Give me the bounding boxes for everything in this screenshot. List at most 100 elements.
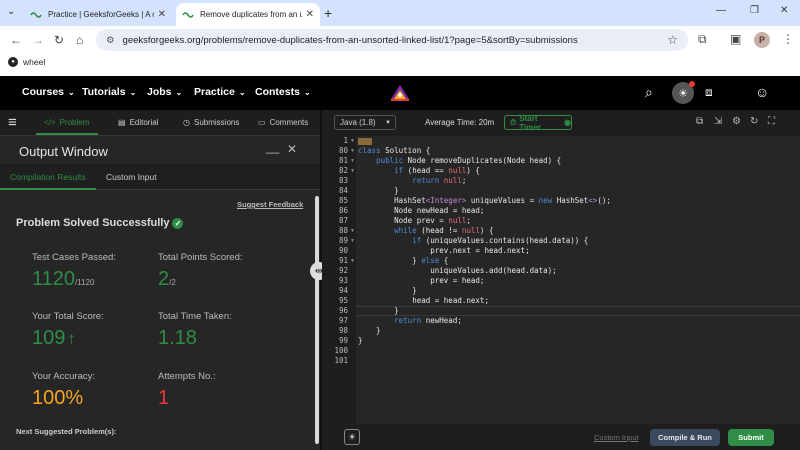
- folded-code-marker[interactable]: [358, 137, 372, 145]
- code-line[interactable]: while (head != null) {: [358, 226, 493, 236]
- bookmarks-bar: ● wheel: [0, 54, 800, 72]
- chevron-down-icon: ⌄: [238, 88, 246, 97]
- new-tab-button[interactable]: +: [324, 5, 332, 21]
- code-line[interactable]: }: [358, 186, 399, 196]
- fold-chevron-icon[interactable]: ▼: [350, 156, 355, 166]
- language-value: Java (1.8): [340, 118, 376, 127]
- code-line[interactable]: head = head.next;: [358, 296, 489, 306]
- browser-tab-remove-duplicates[interactable]: Remove duplicates from an uns ✕: [176, 3, 320, 26]
- fold-chevron-icon[interactable]: ▼: [350, 226, 355, 236]
- tab-problem[interactable]: </> Problem: [44, 118, 89, 127]
- nav-jobs[interactable]: Jobs ⌄: [147, 86, 182, 98]
- fold-chevron-icon[interactable]: ▼: [350, 136, 355, 146]
- browser-tab-title: Remove duplicates from an uns: [200, 10, 302, 19]
- custom-input-link[interactable]: Custom Input: [594, 433, 639, 442]
- nav-contests[interactable]: Contests ⌄: [255, 86, 311, 98]
- tab-list-chevron-icon[interactable]: ⌄: [7, 6, 15, 17]
- forward-icon[interactable]: →: [32, 33, 44, 47]
- export-icon[interactable]: ⇲: [714, 116, 722, 127]
- code-editor[interactable]: 1 ▼ 80 ▼ 81 ▼ 82 ▼ 83 84 85 86 87 88 ▼ 89 ▼ 90 91 ▼ 92 93 94 95…: [322, 136, 800, 424]
- code-line[interactable]: return null;: [358, 176, 466, 186]
- nav-tutorials[interactable]: Tutorials ⌄: [82, 86, 136, 98]
- menu-kebab-icon[interactable]: ⋮: [782, 32, 794, 46]
- stopwatch-icon: ⏱: [510, 117, 517, 127]
- fold-chevron-icon[interactable]: ▼: [350, 236, 355, 246]
- nav-courses[interactable]: Courses ⌄: [22, 86, 75, 98]
- home-icon[interactable]: ⌂: [76, 33, 83, 47]
- fold-chevron-icon[interactable]: ▼: [350, 256, 355, 266]
- close-tab-icon[interactable]: ✕: [306, 9, 314, 20]
- translate-icon[interactable]: ⧈: [705, 85, 713, 100]
- code-area[interactable]: class Solution { public Node removeDupli…: [356, 136, 800, 424]
- tab-custom-input[interactable]: Custom Input: [106, 172, 157, 182]
- settings-icon[interactable]: ⚙: [732, 116, 741, 127]
- language-select[interactable]: Java (1.8) ▼: [334, 115, 396, 130]
- close-window-icon[interactable]: ✕: [780, 5, 788, 16]
- code-line[interactable]: HashSet<Integer> uniqueValues = new Hash…: [358, 196, 611, 206]
- test-cases-label: Test Cases Passed:: [32, 252, 116, 263]
- suggest-feedback-link[interactable]: Suggest Feedback: [237, 200, 303, 209]
- fullscreen-icon[interactable]: ⛶: [768, 116, 775, 127]
- line-number: 81: [338, 156, 348, 165]
- line-number: 91: [338, 256, 348, 265]
- bookmark-wheel[interactable]: ● wheel: [8, 57, 45, 67]
- browser-tab-practice[interactable]: Practice | GeeksforGeeks | A co ✕: [24, 3, 172, 26]
- code-line[interactable]: if (uniqueValues.contains(head.data)) {: [358, 236, 588, 246]
- reset-code-icon[interactable]: ↻: [750, 116, 758, 127]
- tab-submissions[interactable]: ◷ Submissions: [183, 118, 239, 127]
- browser-tab-strip: ⌄ Practice | GeeksforGeeks | A co ✕ Remo…: [0, 0, 800, 26]
- code-line[interactable]: prev.next = head.next;: [358, 246, 529, 256]
- code-line[interactable]: }: [358, 326, 381, 336]
- url-text: geeksforgeeks.org/problems/remove-duplic…: [122, 34, 578, 46]
- tab-comments[interactable]: ▭ Comments: [258, 118, 308, 127]
- close-tab-icon[interactable]: ✕: [158, 9, 166, 20]
- points-label: Total Points Scored:: [158, 252, 243, 263]
- side-panel-icon[interactable]: ▣: [730, 32, 741, 46]
- browser-tab-title: Practice | GeeksforGeeks | A co: [48, 10, 154, 19]
- fold-chevron-icon[interactable]: ▼: [350, 146, 355, 156]
- code-line[interactable]: }: [358, 286, 417, 296]
- fold-chevron-icon[interactable]: ▼: [350, 166, 355, 176]
- arrow-up-icon: ↑: [67, 329, 76, 348]
- close-panel-icon[interactable]: ✕: [287, 142, 297, 156]
- chevron-down-icon: ⌄: [303, 88, 311, 97]
- clock-icon: ◷: [183, 118, 190, 127]
- extensions-icon[interactable]: ⧉: [698, 32, 707, 47]
- user-account-icon[interactable]: ☺: [755, 84, 769, 100]
- minimize-panel-icon[interactable]: __: [266, 140, 279, 154]
- code-line[interactable]: return newHead;: [358, 316, 462, 326]
- search-icon[interactable]: ⌕: [645, 84, 653, 101]
- code-line[interactable]: class Solution {: [358, 146, 430, 156]
- code-line[interactable]: Node prev = null;: [358, 216, 471, 226]
- restore-window-icon[interactable]: ❐: [750, 5, 759, 16]
- tab-compilation-results[interactable]: Compilation Results: [10, 172, 86, 182]
- code-line[interactable]: [358, 136, 372, 146]
- minimize-window-icon[interactable]: —: [716, 5, 726, 16]
- address-bar[interactable]: ⚙ geeksforgeeks.org/problems/remove-dupl…: [96, 29, 688, 51]
- site-info-icon[interactable]: ⚙: [106, 35, 115, 46]
- code-line[interactable]: } else {: [358, 256, 448, 266]
- next-suggested-heading: Next Suggested Problem(s):: [16, 427, 117, 436]
- line-number: 96: [338, 306, 348, 315]
- back-icon[interactable]: ←: [10, 33, 22, 47]
- tab-editorial[interactable]: ▤ Editorial: [118, 118, 158, 127]
- code-line[interactable]: }: [358, 336, 363, 346]
- line-number: 98: [338, 326, 348, 335]
- lightbulb-icon[interactable]: ☀: [344, 429, 360, 445]
- hamburger-menu-icon[interactable]: ≡: [8, 114, 17, 131]
- reload-icon[interactable]: ↻: [54, 33, 64, 47]
- code-line[interactable]: if (head == null) {: [358, 166, 480, 176]
- gfg-logo[interactable]: [388, 81, 412, 105]
- bookmark-star-icon[interactable]: ☆: [667, 33, 678, 47]
- code-line[interactable]: public Node removeDuplicates(Node head) …: [358, 156, 561, 166]
- start-timer-button[interactable]: ⏱ Start Timer ◉: [504, 114, 572, 132]
- code-line[interactable]: prev = head;: [358, 276, 484, 286]
- copy-icon[interactable]: ⧉: [696, 116, 703, 127]
- profile-avatar[interactable]: P: [754, 32, 770, 48]
- nav-practice[interactable]: Practice ⌄: [194, 86, 246, 98]
- code-line[interactable]: uniqueValues.add(head.data);: [358, 266, 556, 276]
- submit-button[interactable]: Submit: [728, 429, 774, 446]
- code-line[interactable]: Node newHead = head;: [358, 206, 484, 216]
- compile-run-button[interactable]: Compile & Run: [650, 429, 720, 446]
- output-scrollbar[interactable]: [315, 196, 319, 444]
